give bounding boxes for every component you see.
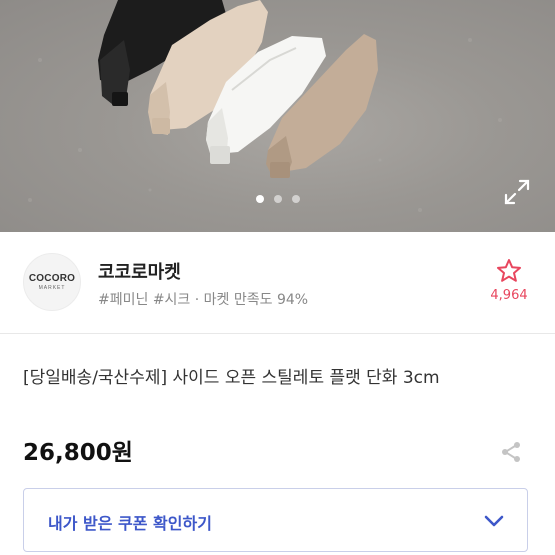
star-icon	[497, 259, 521, 282]
product-price: 26,800원	[23, 440, 133, 466]
coupon-label: 내가 받은 쿠폰 확인하기	[48, 514, 212, 533]
coupon-check-button[interactable]: 내가 받은 쿠폰 확인하기	[23, 488, 528, 552]
product-title: [당일배송/국산수제] 사이드 오픈 스틸레토 플랫 단화 3cm	[23, 368, 440, 388]
chevron-down-icon	[484, 515, 504, 527]
seller-name[interactable]: 코코로마켓	[98, 258, 181, 284]
seller-logo-text: COCORO	[28, 273, 76, 284]
favorite-count: 4,964	[490, 288, 528, 303]
share-icon[interactable]	[499, 440, 523, 464]
favorite-button[interactable]: 4,964	[487, 258, 531, 303]
carousel-indicator	[0, 195, 555, 203]
expand-icon[interactable]	[503, 178, 531, 206]
seller-avatar[interactable]: COCORO MARKET	[23, 253, 81, 311]
seller-logo-subtext: MARKET	[38, 285, 66, 291]
seller-tags: #페미닌 #시크 · 마켓 만족도 94%	[98, 292, 309, 308]
carousel-dot[interactable]	[255, 195, 264, 203]
carousel-dot[interactable]	[273, 195, 282, 203]
product-image-carousel[interactable]	[0, 0, 555, 232]
carousel-dot[interactable]	[291, 195, 300, 203]
seller-info[interactable]: COCORO MARKET 코코로마켓 #페미닌 #시크 · 마켓 만족도 94…	[0, 232, 555, 334]
